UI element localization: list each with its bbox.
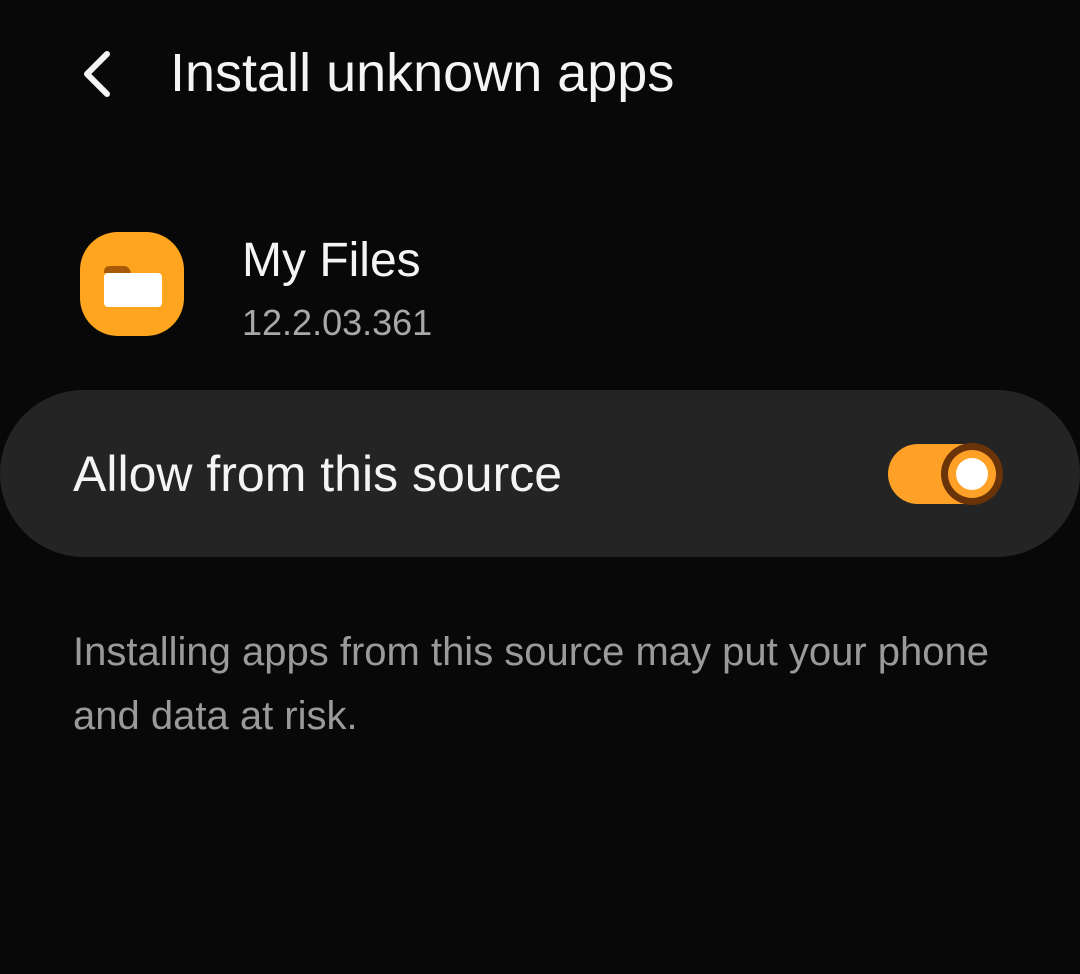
app-icon — [80, 232, 184, 336]
app-info: My Files 12.2.03.361 — [0, 220, 1080, 350]
app-version: 12.2.03.361 — [242, 302, 433, 343]
switch-thumb — [941, 443, 1003, 505]
chevron-left-icon — [84, 51, 110, 97]
app-name: My Files — [242, 234, 421, 287]
allow-source-row[interactable]: Allow from this source — [0, 390, 1080, 557]
folder-icon — [104, 266, 162, 307]
risk-warning-text: Installing apps from this source may put… — [73, 630, 990, 738]
back-button[interactable] — [62, 36, 132, 112]
allow-source-switch[interactable] — [888, 443, 1003, 505]
app-bar: Install unknown apps — [0, 0, 1080, 150]
allow-source-label: Allow from this source — [73, 446, 563, 502]
page-title: Install unknown apps — [170, 43, 675, 103]
